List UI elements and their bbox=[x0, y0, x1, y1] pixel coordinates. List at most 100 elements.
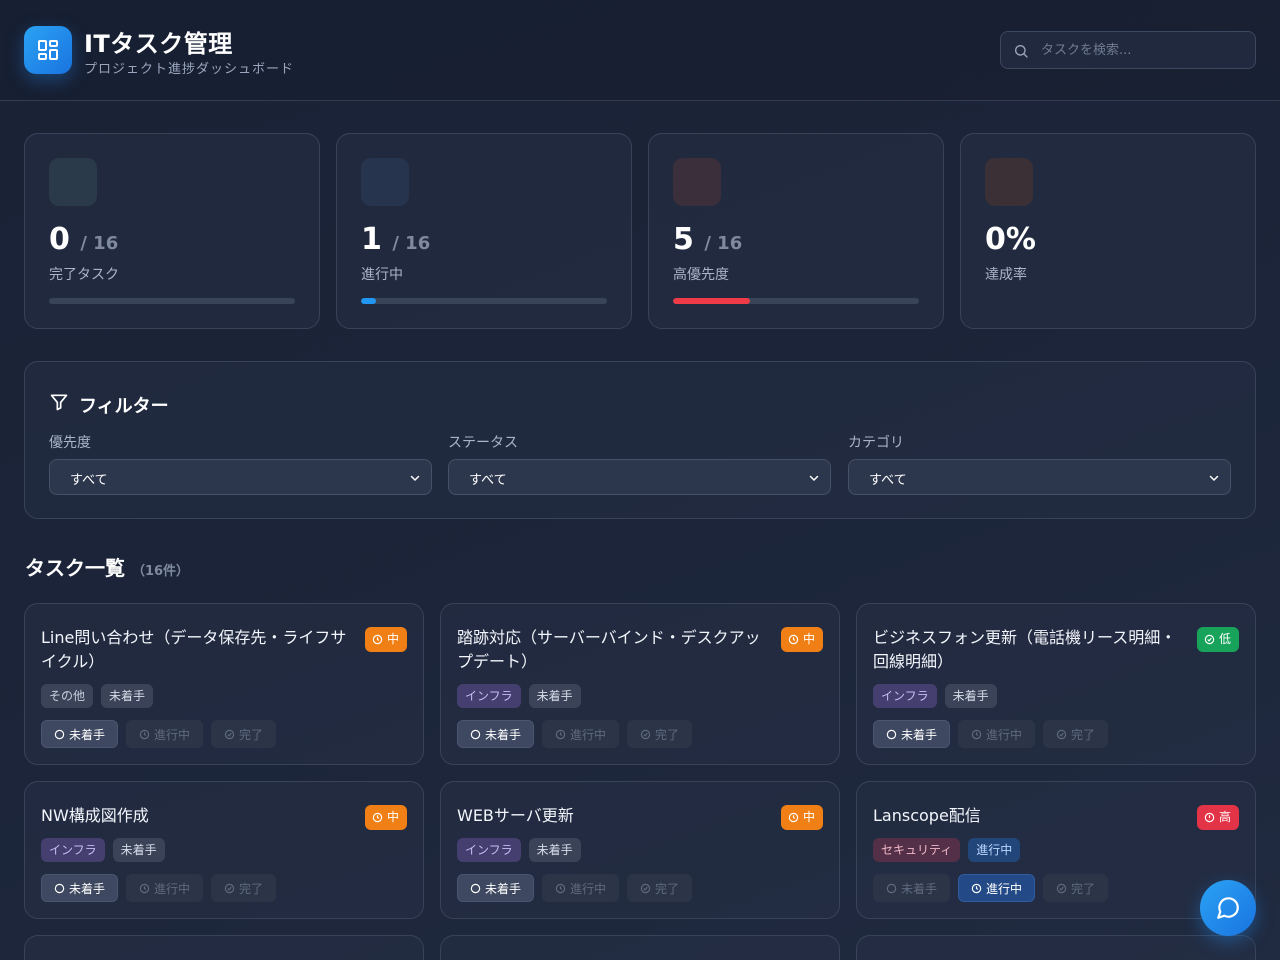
progress-bar bbox=[673, 298, 919, 304]
alert-icon bbox=[673, 158, 721, 206]
status-button-progress[interactable]: 進行中 bbox=[126, 720, 204, 748]
status-button-progress[interactable]: 進行中 bbox=[958, 874, 1036, 902]
task-tags: セキュリティ 進行中 bbox=[873, 838, 1021, 862]
status-button-progress[interactable]: 進行中 bbox=[126, 874, 204, 902]
task-card[interactable]: Line問い合わせ（データ保存先・ライフサイクル） 中その他未着手 未着手 進行中 完了 bbox=[24, 603, 424, 765]
stat-label: 達成率 bbox=[985, 267, 1027, 283]
status-buttons: 未着手 進行中 完了 bbox=[457, 720, 693, 748]
progress-fill bbox=[361, 298, 377, 304]
stat-value: 5 / 16 bbox=[673, 222, 743, 257]
status-button-label: 完了 bbox=[239, 727, 264, 742]
category-tag: セキュリティ bbox=[873, 838, 961, 862]
check-circle-icon bbox=[1056, 729, 1071, 740]
chevron-down-icon bbox=[809, 475, 819, 482]
task-tags: インフラ 未着手 bbox=[873, 684, 997, 708]
status-button-done[interactable]: 完了 bbox=[627, 874, 693, 902]
status-button-label: 完了 bbox=[1071, 881, 1096, 896]
check-circle-icon bbox=[640, 729, 655, 740]
circle-icon bbox=[886, 729, 901, 740]
category-tag: インフラ bbox=[457, 838, 521, 862]
task-card-partial[interactable] bbox=[24, 935, 424, 960]
clock-icon bbox=[555, 883, 570, 894]
status-button-progress[interactable]: 進行中 bbox=[542, 874, 620, 902]
status-button-done[interactable]: 完了 bbox=[627, 720, 693, 748]
status-button-label: 未着手 bbox=[69, 881, 106, 896]
priority-badge: 中 bbox=[780, 805, 823, 830]
task-card[interactable]: NW構成図作成中インフラ 未着手 未着手 進行中 完了 bbox=[24, 781, 424, 919]
status-button-label: 完了 bbox=[1071, 727, 1096, 742]
chat-button[interactable] bbox=[1200, 880, 1256, 936]
funnel-icon bbox=[50, 394, 68, 411]
stat-card-high-priority: 5 / 16 高優先度 bbox=[648, 133, 944, 329]
category-filter-label: カテゴリ bbox=[848, 435, 904, 451]
category-tag: インフラ bbox=[873, 684, 937, 708]
check-circle-icon bbox=[224, 883, 239, 894]
clock-icon bbox=[361, 158, 409, 206]
check-circle-icon bbox=[49, 158, 97, 206]
status-button-todo[interactable]: 未着手 bbox=[457, 874, 535, 902]
priority-label: 中 bbox=[802, 810, 815, 824]
chevron-down-icon bbox=[1209, 475, 1219, 482]
task-title: Lanscope配信 bbox=[873, 806, 981, 825]
stat-label: 進行中 bbox=[361, 267, 403, 283]
circle-icon bbox=[54, 883, 69, 894]
task-tags: インフラ 未着手 bbox=[41, 838, 165, 862]
category-filter-select[interactable]: すべて bbox=[848, 459, 1231, 495]
progress-bar bbox=[49, 298, 295, 304]
status-button-label: 完了 bbox=[655, 881, 680, 896]
status-button-todo[interactable]: 未着手 bbox=[41, 720, 119, 748]
stat-value: 1 / 16 bbox=[361, 222, 431, 257]
circle-icon bbox=[54, 729, 69, 740]
task-card[interactable]: WEBサーバ更新 中インフラ未着手 未着手 進行中 完了 bbox=[440, 781, 840, 919]
status-buttons: 未着手 進行中 完了 bbox=[457, 874, 693, 902]
priority-badge: 高 bbox=[1196, 805, 1239, 830]
category-tag: その他 bbox=[41, 684, 94, 708]
task-card[interactable]: 踏跡対応（サーバーバインド・デスクアップデート）中インフラ 未着手 未着手 進行中 完了 bbox=[440, 603, 840, 765]
status-button-label: 進行中 bbox=[986, 881, 1023, 896]
stat-card-completed: 0 / 16 完了タスク bbox=[24, 133, 320, 329]
priority-label: 中 bbox=[802, 632, 815, 646]
status-filter-select[interactable]: すべて bbox=[448, 459, 831, 495]
category-filter-value: すべて bbox=[869, 473, 907, 488]
task-list-title: タスク一覧 （16件） bbox=[25, 556, 190, 580]
status-button-done[interactable]: 完了 bbox=[1043, 874, 1109, 902]
search-input[interactable] bbox=[1041, 32, 1247, 68]
status-button-label: 未着手 bbox=[69, 727, 106, 742]
task-title: WEBサーバ更新 bbox=[457, 806, 574, 825]
status-button-todo[interactable]: 未着手 bbox=[873, 874, 951, 902]
priority-label: 中 bbox=[386, 632, 399, 646]
status-button-progress[interactable]: 進行中 bbox=[542, 720, 620, 748]
status-button-todo[interactable]: 未着手 bbox=[41, 874, 119, 902]
status-tag: 未着手 bbox=[944, 684, 997, 708]
status-button-progress[interactable]: 進行中 bbox=[958, 720, 1036, 748]
category-tag: インフラ bbox=[41, 838, 105, 862]
status-button-label: 進行中 bbox=[154, 881, 191, 896]
status-button-done[interactable]: 完了 bbox=[211, 720, 277, 748]
status-buttons: 未着手 進行中 完了 bbox=[873, 874, 1109, 902]
status-button-done[interactable]: 完了 bbox=[1043, 720, 1109, 748]
clock-icon bbox=[971, 883, 986, 894]
stat-card-in-progress: 1 / 16 進行中 bbox=[336, 133, 632, 329]
task-title: Line問い合わせ（データ保存先・ライフサイクル） bbox=[41, 628, 347, 671]
status-button-todo[interactable]: 未着手 bbox=[873, 720, 951, 748]
alert-icon bbox=[1204, 812, 1219, 823]
task-card[interactable]: ビジネスフォン更新（電話機リース明細・回線明細）低インフラ 未着手 未着手 進行中 完了 bbox=[856, 603, 1256, 765]
status-button-label: 完了 bbox=[239, 881, 264, 896]
status-button-done[interactable]: 完了 bbox=[211, 874, 277, 902]
stat-label: 完了タスク bbox=[49, 267, 119, 283]
status-button-todo[interactable]: 未着手 bbox=[457, 720, 535, 748]
task-card[interactable]: Lanscope配信 高セキュリティ 進行中未着手 進行中 完了 bbox=[856, 781, 1256, 919]
status-tag: 未着手 bbox=[112, 838, 165, 862]
status-button-label: 進行中 bbox=[570, 727, 607, 742]
dashboard-grid-icon bbox=[38, 40, 58, 60]
task-card-partial[interactable] bbox=[856, 935, 1256, 960]
priority-filter-select[interactable]: すべて bbox=[49, 459, 432, 495]
priority-filter-value: すべて bbox=[70, 473, 108, 488]
check-circle-icon bbox=[224, 729, 239, 740]
search-box[interactable] bbox=[1000, 31, 1256, 69]
app-header: ITタスク管理 プロジェクト進捗ダッシュボード bbox=[0, 0, 1280, 101]
status-buttons: 未着手 進行中 完了 bbox=[41, 720, 277, 748]
clock-icon bbox=[788, 812, 803, 823]
task-card-partial[interactable] bbox=[440, 935, 840, 960]
stat-value: 0% bbox=[985, 222, 1036, 257]
